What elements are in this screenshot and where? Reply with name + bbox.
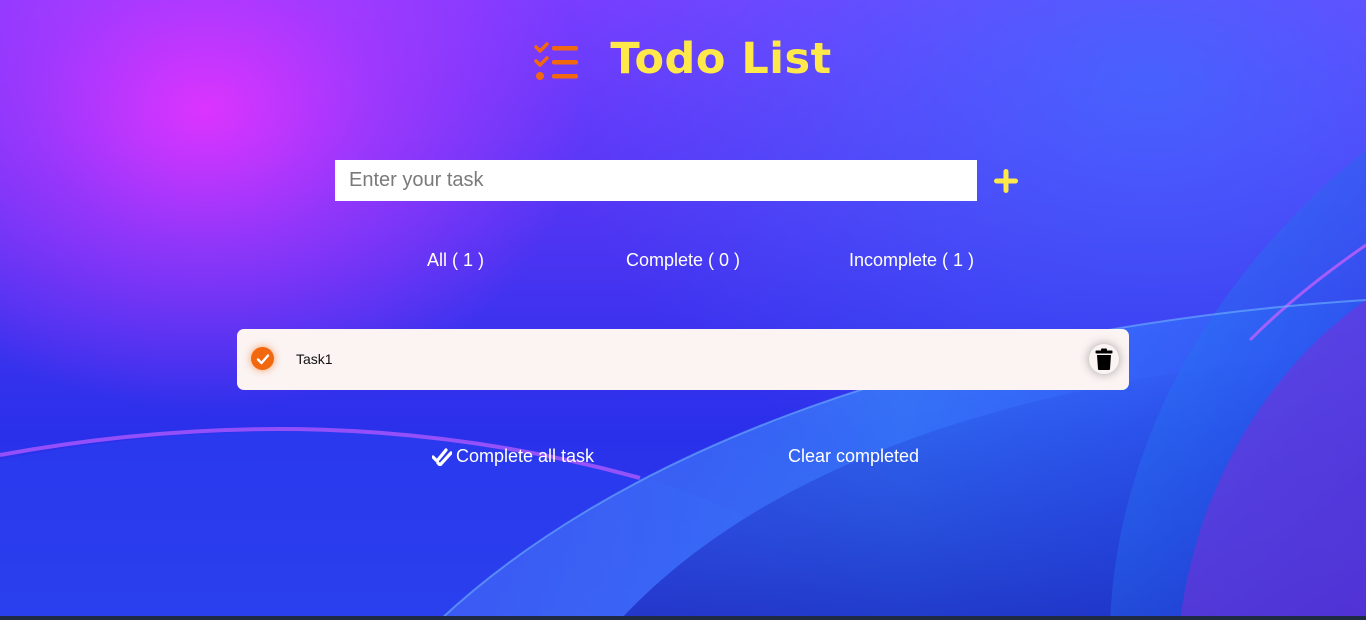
tab-incomplete[interactable]: Incomplete ( 1 ) <box>849 250 974 271</box>
background-waves <box>0 150 1366 620</box>
todo-app: Todo List All ( 1 ) Complete ( 0 ) Incom… <box>0 0 1366 620</box>
checklist-icon <box>534 42 579 80</box>
page-title: Todo List <box>610 34 832 84</box>
add-task-button[interactable] <box>991 166 1021 196</box>
task-text: Task1 <box>296 351 333 367</box>
complete-all-button[interactable]: Complete all task <box>432 446 594 467</box>
tab-complete[interactable]: Complete ( 0 ) <box>626 250 740 271</box>
double-check-icon <box>432 447 452 466</box>
task-input[interactable] <box>335 160 977 201</box>
bottom-edge-bar <box>0 616 1366 620</box>
check-circle-icon <box>256 353 269 364</box>
complete-task-toggle[interactable] <box>251 347 274 370</box>
trash-icon <box>1095 348 1113 370</box>
complete-all-label: Complete all task <box>456 446 595 466</box>
clear-completed-button[interactable]: Clear completed <box>788 446 919 467</box>
tab-all[interactable]: All ( 1 ) <box>427 250 484 271</box>
plus-icon <box>994 168 1018 193</box>
header: Todo List <box>0 34 1366 84</box>
task-item: Task1 <box>237 329 1129 390</box>
delete-task-button[interactable] <box>1089 344 1119 374</box>
task-input-row <box>335 160 1021 201</box>
